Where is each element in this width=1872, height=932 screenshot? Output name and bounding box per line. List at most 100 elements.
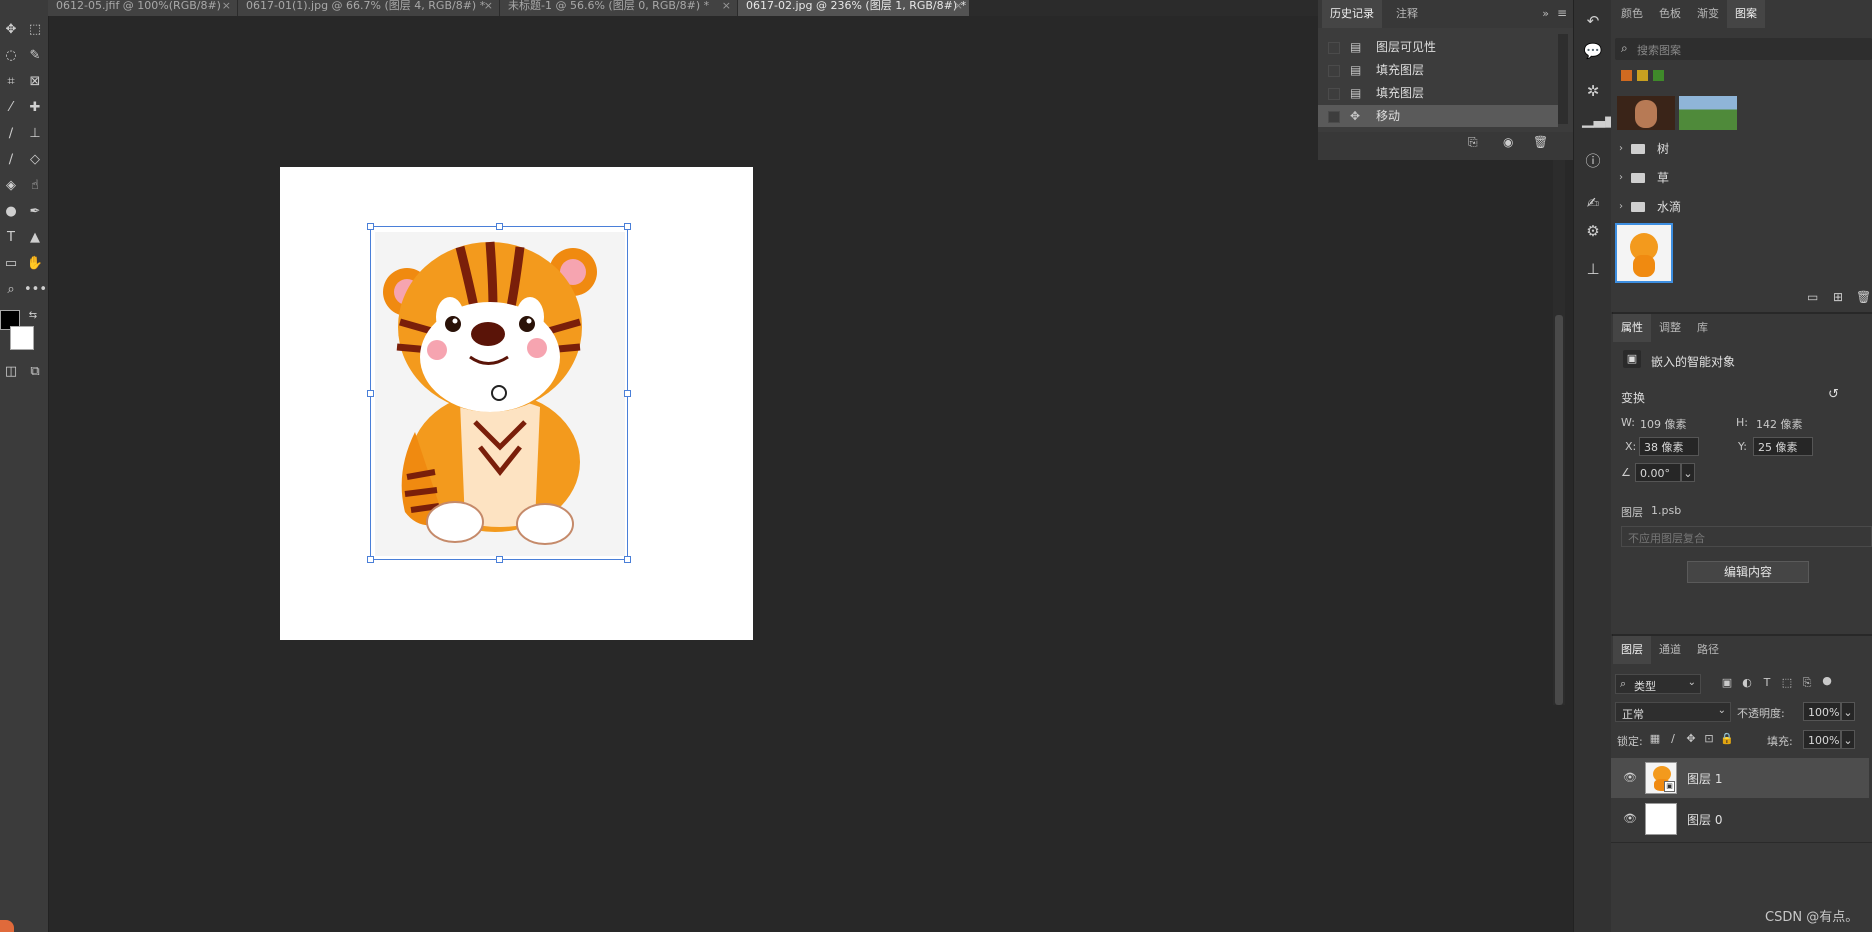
clone-stamp-tool-icon[interactable]: ⊥ (24, 124, 46, 144)
layer-row[interactable]: 👁 图层 0 (1611, 799, 1869, 839)
tab-patterns[interactable]: 图案 (1727, 0, 1765, 28)
angle-dropdown-icon[interactable]: ⌄ (1681, 463, 1695, 482)
close-icon[interactable]: × (954, 0, 963, 12)
eye-icon[interactable]: 👁 (1623, 812, 1637, 825)
angle-input[interactable]: 0.00° (1635, 463, 1681, 482)
history-checkbox[interactable] (1328, 88, 1340, 100)
type-filter-icon[interactable]: T (1759, 676, 1775, 689)
lock-position-icon[interactable]: ✥ (1683, 732, 1699, 745)
close-icon[interactable]: × (722, 0, 731, 12)
eyedropper-tool-icon[interactable]: ⁄ (0, 98, 22, 118)
frame-tool-icon[interactable]: ⊠ (24, 72, 46, 92)
layer-filter-select[interactable]: ⌕ 类型 ⌄ (1615, 674, 1701, 694)
collapse-panel-icon[interactable]: » (1542, 7, 1549, 20)
panel-menu-icon[interactable]: ≡ (1557, 6, 1567, 20)
tab-properties[interactable]: 属性 (1613, 314, 1651, 342)
blend-mode-select[interactable]: 正常 ⌄ (1615, 702, 1731, 722)
transform-handle[interactable] (624, 223, 631, 230)
pattern-preset-icon[interactable] (1637, 70, 1648, 81)
trash-icon[interactable]: 🗑 (1856, 290, 1871, 304)
comment-icon[interactable]: 💬 (1582, 40, 1604, 62)
paint-bucket-tool-icon[interactable]: ◈ (0, 176, 22, 196)
document-tab[interactable]: 0617-01(1).jpg @ 66.7% (图层 4, RGB/8#) * … (238, 0, 500, 16)
pattern-group-row[interactable]: › 水滴 (1611, 194, 1869, 220)
histogram-icon[interactable]: ▁▃▅ (1582, 108, 1617, 130)
pattern-thumbnail-selected[interactable] (1615, 223, 1673, 283)
trash-icon[interactable]: 🗑 (1533, 135, 1548, 149)
tab-color[interactable]: 颜色 (1613, 0, 1651, 28)
pattern-preset-icon[interactable] (1621, 70, 1632, 81)
pattern-search-input[interactable]: ⌕ 搜索图案 (1615, 38, 1872, 60)
info-icon[interactable]: ⓘ (1582, 150, 1604, 172)
history-panel-icon[interactable]: ↶ (1582, 10, 1604, 32)
panel-scrollbar[interactable] (1553, 160, 1565, 705)
more-tools-icon[interactable]: ••• (24, 280, 47, 300)
crop-tool-icon[interactable]: ⌗ (0, 72, 22, 92)
lock-artboard-icon[interactable]: ⊡ (1701, 732, 1717, 745)
history-item-selected[interactable]: ✥ 移动 (1318, 105, 1558, 127)
eraser-tool-icon[interactable]: ◇ (24, 150, 46, 170)
eye-icon[interactable]: 👁 (1623, 771, 1637, 784)
layer-name[interactable]: 图层 1 (1687, 770, 1722, 787)
transform-handle[interactable] (624, 556, 631, 563)
pattern-thumbnail-landscape[interactable] (1679, 96, 1737, 130)
lock-pixels-icon[interactable]: ∕ (1665, 732, 1681, 745)
tab-adjustments[interactable]: 调整 (1651, 314, 1689, 342)
layer-thumbnail[interactable]: ▣ (1645, 762, 1677, 794)
transform-handle[interactable] (624, 390, 631, 397)
move-tool-icon[interactable]: ✥ (0, 20, 22, 40)
adjust-sliders-icon[interactable]: ⚙ (1582, 220, 1604, 242)
brush-tool-icon[interactable]: ∕ (0, 124, 22, 144)
edit-contents-button[interactable]: 编辑内容 (1687, 561, 1809, 583)
document-tab-active[interactable]: 0617-02.jpg @ 236% (图层 1, RGB/8#) * × (738, 0, 970, 16)
history-item[interactable]: ▤ 填充图层 (1318, 59, 1558, 81)
transform-handle[interactable] (367, 223, 374, 230)
tab-history[interactable]: 历史记录 (1322, 0, 1382, 28)
history-checkbox[interactable] (1328, 111, 1340, 123)
history-checkbox[interactable] (1328, 42, 1340, 54)
fill-input[interactable]: 100% (1803, 730, 1841, 749)
lock-transparent-icon[interactable]: ▦ (1647, 732, 1663, 745)
x-position-input[interactable]: 38 像素 (1639, 437, 1699, 456)
transform-handle[interactable] (367, 556, 374, 563)
tab-channels[interactable]: 通道 (1651, 636, 1689, 664)
quick-select-tool-icon[interactable]: ✎ (24, 46, 46, 66)
transform-handle[interactable] (367, 390, 374, 397)
tab-paths[interactable]: 路径 (1689, 636, 1727, 664)
pixel-filter-icon[interactable]: ▣ (1719, 676, 1735, 689)
pattern-group-row[interactable]: › 草 (1611, 165, 1869, 191)
history-item[interactable]: ▤ 填充图层 (1318, 82, 1558, 104)
history-brush-tool-icon[interactable]: ∕ (0, 150, 22, 170)
document-tab[interactable]: 未标题-1 @ 56.6% (图层 0, RGB/8#) * × (500, 0, 738, 16)
shape-filter-icon[interactable]: ⬚ (1779, 676, 1795, 689)
close-icon[interactable]: × (484, 0, 493, 12)
tab-swatches[interactable]: 色板 (1651, 0, 1689, 28)
opacity-dropdown-icon[interactable]: ⌄ (1841, 702, 1855, 721)
zoom-tool-icon[interactable]: ⌕ (0, 280, 22, 300)
layer-row-selected[interactable]: 👁 ▣ 图层 1 (1611, 758, 1869, 798)
brush-icon[interactable]: ✍ (1582, 192, 1604, 214)
opacity-input[interactable]: 100% (1803, 702, 1841, 721)
fill-dropdown-icon[interactable]: ⌄ (1841, 730, 1855, 749)
chevron-right-icon[interactable]: › (1619, 136, 1623, 162)
screen-mode-icon[interactable]: ⧉ (24, 362, 46, 382)
background-color-swatch[interactable] (10, 326, 34, 350)
transform-bounding-box[interactable] (367, 223, 631, 563)
reference-point-icon[interactable] (491, 385, 507, 401)
camera-icon[interactable]: ◉ (1503, 135, 1513, 149)
path-select-tool-icon[interactable]: ▲ (24, 228, 46, 248)
hand-tool-icon[interactable]: ✋ (24, 254, 46, 274)
pen-tool-icon[interactable]: ✒ (24, 202, 46, 222)
new-document-from-state-icon[interactable]: ⎘ (1468, 135, 1478, 150)
new-pattern-icon[interactable]: ⊞ (1833, 290, 1843, 304)
swap-colors-icon[interactable]: ⇆ (22, 306, 44, 326)
brush-settings-icon[interactable]: ✲ (1582, 80, 1604, 102)
history-item[interactable]: ▤ 图层可见性 (1318, 36, 1558, 58)
tab-gradients[interactable]: 渐变 (1689, 0, 1727, 28)
dodge-tool-icon[interactable]: ● (0, 202, 22, 222)
type-tool-icon[interactable]: T (0, 228, 22, 248)
lock-all-icon[interactable]: 🔒 (1719, 732, 1735, 745)
adjustment-filter-icon[interactable]: ◐ (1739, 676, 1755, 689)
quick-mask-icon[interactable]: ◫ (0, 362, 22, 382)
rectangle-tool-icon[interactable]: ▭ (0, 254, 22, 274)
